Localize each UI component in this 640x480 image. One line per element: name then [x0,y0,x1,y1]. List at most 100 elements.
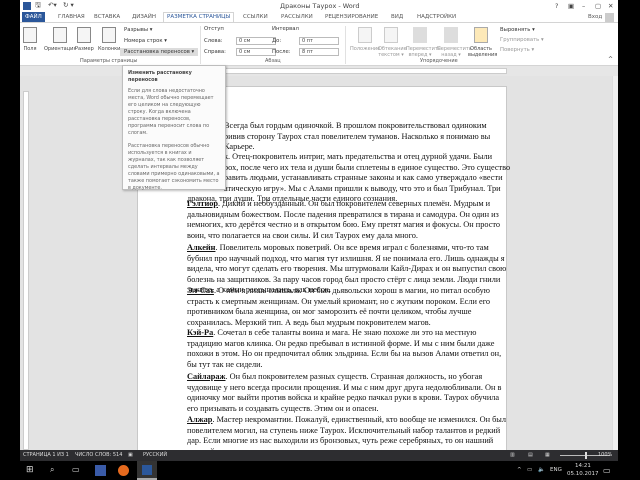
line-text: дальновидным божеством. После падения пр… [187,209,499,219]
line-text: . Повелитель моровых поветрий. Он все вр… [215,243,489,252]
dragon-name: Эл-Сат [187,286,214,295]
paragraph[interactable]: Кэй-Ра. Сочетал в себе таланты воина и м… [187,328,501,370]
firefox-icon[interactable] [118,465,129,476]
indent-left-input[interactable]: 0 см [236,37,276,45]
position-button[interactable]: Положение [350,27,380,52]
line-text: традицию магов клинка. Он редко пребывал… [187,338,495,348]
avatar[interactable] [605,13,614,22]
line-text: страсть к смертным женщинам. Он умелый к… [187,296,491,306]
spacing-after-input[interactable]: 8 пт [299,48,339,56]
paragraph[interactable]: Гэлтиор. Дикий и необузданный. Он был по… [187,199,500,241]
wrap-text-button[interactable]: Обтекание текстом ▾ [378,27,407,58]
margins-button[interactable]: Поля [23,27,37,52]
selection-pane-button[interactable]: Область выделения [468,27,497,58]
orientation-button[interactable]: Ориентация [44,27,76,52]
text-line: немногих, кто дерётся честно и в открыто… [187,220,500,231]
text-line: сохранилась. Мерзкий тип. А ведь был муд… [187,318,490,329]
text-line: Всегда был гордым одиночкой. В прошлом п… [187,121,490,132]
save-app-icon[interactable] [95,465,106,476]
group-button[interactable]: Группировать ▾ [500,37,544,43]
line-text: . Мастер некромантии. Пожалуй, единствен… [212,415,507,424]
collapse-ribbon-icon[interactable]: ^ [608,56,613,63]
minimize-button[interactable]: – [582,2,585,10]
paragraph[interactable]: к. Отец-покровитель интриг, мать предате… [187,152,510,205]
paragraph[interactable]: Всегда был гордым одиночкой. В прошлом п… [187,121,490,153]
line-text: Всегда был гордым одиночкой. В прошлом п… [224,121,487,130]
text-line: Сайлараж. Он был покровителем разных сущ… [187,372,501,383]
web-layout-icon[interactable]: ▦ [545,450,550,461]
text-line: болезнь на защитников. За пару часов гор… [187,275,506,286]
text-line: Гэлтиор. Дикий и необузданный. Он был по… [187,199,500,210]
vertical-scrollbar[interactable] [612,76,618,450]
rotate-button[interactable]: Повернуть ▾ [500,47,534,53]
taskbar: ⊞ ⌕ ▭ ^ ▭ 🔈 ENG 14:21 05.10.2017 ▭ [0,461,640,480]
line-numbers-button[interactable]: Номера строк ▾ [124,38,167,44]
search-icon[interactable]: ⌕ [50,465,54,475]
line-text: ривив сторону Таурох стал повелителем ту… [224,131,491,141]
line-text: равить людьми, устанавливать странные за… [224,173,503,182]
task-view-icon[interactable]: ▭ [72,465,80,474]
status-bar: СТРАНИЦА 1 ИЗ 1 ЧИСЛО СЛОВ: 514 ▣ РУССКИ… [20,450,618,461]
word-count[interactable]: ЧИСЛО СЛОВ: 514 [75,450,122,461]
title-bar: 🖫 ↶▾ ↻ ▾ Драконы Таурох - Word ? ▣ – ▢ ✕ [20,0,618,12]
notifications-icon[interactable]: ▭ [603,466,611,475]
line-text: болезнь на защитников. За пару часов гор… [187,274,501,284]
indent-left-label: Слева: [204,38,223,44]
word-icon [23,2,31,10]
spacing-label: Интервал [272,26,299,32]
indent-right-input[interactable]: 0 см [236,48,276,56]
text-line: атическую игру». Мы с Алами пришли к выв… [187,184,510,195]
undo-icon[interactable]: ↶▾ [48,1,57,9]
help-button[interactable]: ? [555,2,558,10]
text-line: противником была женщина, он мог замороз… [187,307,490,318]
line-text: . О нём я лишь слышала. Он был дьявольск… [213,286,490,295]
tray-chevron-icon[interactable]: ^ [517,467,522,473]
text-line: бы тут так не сидели. [187,360,501,371]
line-text: повелителем могил, на ступень ниже Тауро… [187,425,501,435]
volume-icon[interactable]: 🔈 [538,467,545,473]
line-text: видела, что могут сделать его творения. … [187,264,507,273]
margins-icon [23,27,37,43]
text-line: чудовище у него всегда просили прощения.… [187,383,501,394]
columns-button[interactable]: Колонки [98,27,120,52]
align-button[interactable]: Выровнять ▾ [500,27,535,33]
page-setup-group-label: Параметры страницы [80,58,138,64]
text-line: Карьере. [187,142,490,153]
paragraph[interactable]: Эл-Сат. О нём я лишь слышала. Он был дья… [187,286,490,328]
save-icon[interactable]: 🖫 [35,1,41,12]
line-text: . Сочетал в себе таланты воина и мага. Н… [213,328,477,337]
line-text: бубнил про научный подход, что магия тут… [187,253,505,263]
ribbon-display-button[interactable]: ▣ [568,2,574,10]
word-taskbar-button[interactable] [137,461,157,480]
bring-forward-button[interactable]: Переместить вперед ▾ [406,27,441,58]
spacing-after-label: После: [272,49,291,55]
send-backward-button[interactable]: Переместить назад ▾ [437,27,472,58]
paragraph-group-label: Абзац [265,58,281,64]
read-mode-icon[interactable]: ▥ [510,450,515,461]
proofing-icon[interactable]: ▣ [128,450,133,461]
page-count[interactable]: СТРАНИЦА 1 ИЗ 1 [23,450,69,461]
input-language[interactable]: ENG [550,467,562,473]
size-button[interactable]: Размер [75,27,94,52]
breaks-button[interactable]: Разрывы ▾ [124,27,152,33]
language-indicator[interactable]: РУССКИЙ [143,450,167,461]
line-text: одиночку мог выйти против войска и крайн… [187,393,500,402]
indent-right-label: Справа: [204,49,226,55]
network-icon[interactable]: ▭ [527,467,532,473]
hyphenation-button[interactable]: Расстановка переносов ▾ [120,48,199,56]
redo-icon[interactable]: ↻ ▾ [63,1,74,9]
size-icon [77,27,92,43]
print-layout-icon[interactable]: ▤ [528,450,533,461]
spacing-before-input[interactable]: 0 пт [299,37,339,45]
horizontal-ruler[interactable] [20,66,618,76]
windows-start-icon[interactable]: ⊞ [26,465,34,475]
zoom-level[interactable]: 100% [598,450,612,461]
ribbon: Поля Ориентация Размер Колонки Разрывы ▾… [20,22,618,66]
paragraph[interactable]: Сайлараж. Он был покровителем разных сущ… [187,372,501,414]
maximize-button[interactable]: ▢ [595,2,601,10]
text-line: повелителем могил, на ступень ниже Тауро… [187,426,506,437]
clock-time[interactable]: 14:21 [575,463,591,469]
close-button[interactable]: ✕ [608,2,613,10]
vertical-ruler[interactable] [23,91,29,450]
clock-date[interactable]: 05.10.2017 [567,471,599,477]
